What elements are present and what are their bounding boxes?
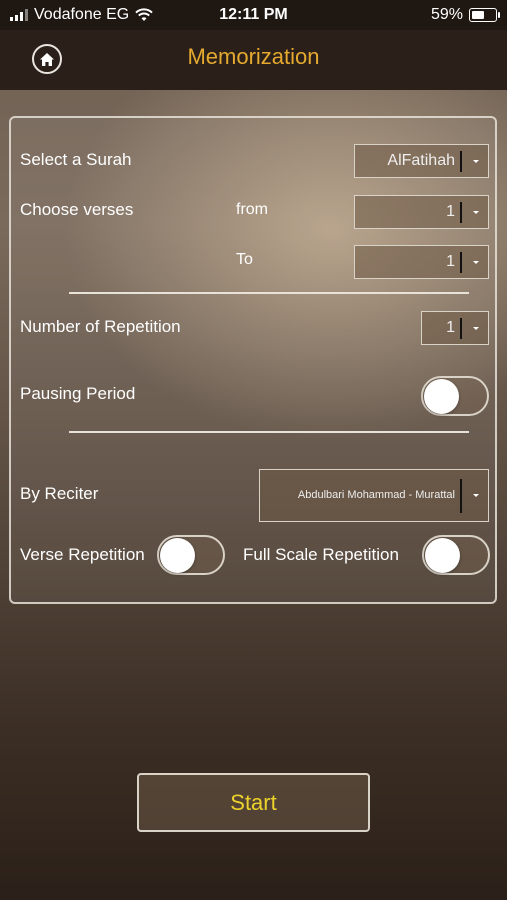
select-divider (460, 252, 462, 273)
reciter-value: Abdulbari Mohammad - Murattal (297, 489, 455, 501)
toggle-knob (424, 379, 459, 414)
toggle-knob (425, 538, 460, 573)
reciter-select[interactable]: Abdulbari Mohammad - Murattal (259, 469, 489, 522)
to-label: To (236, 251, 253, 268)
page-title: Memorization (187, 44, 320, 69)
full-scale-repetition-toggle[interactable] (422, 535, 490, 575)
settings-panel: Select a Surah AlFatihah Choose verses f… (9, 116, 497, 604)
nav-bar: Memorization (0, 30, 507, 90)
divider-line (69, 292, 469, 294)
surah-value: AlFatihah (387, 152, 455, 169)
to-verse-value: 1 (446, 253, 455, 270)
repetition-label: Number of Repetition (20, 317, 181, 336)
surah-select[interactable]: AlFatihah (354, 144, 489, 178)
select-divider (460, 202, 462, 223)
status-bar: Vodafone EG 12:11 PM 59% (0, 0, 507, 30)
toggle-knob (160, 538, 195, 573)
verses-label: Choose verses (20, 200, 134, 219)
chevron-down-icon (473, 160, 479, 163)
to-verse-select[interactable]: 1 (354, 245, 489, 279)
battery-icon (469, 8, 500, 22)
select-divider (460, 318, 462, 339)
repetition-select[interactable]: 1 (421, 311, 489, 345)
chevron-down-icon (473, 494, 479, 497)
select-divider (460, 151, 462, 172)
full-scale-repetition-label: Full Scale Repetition (243, 545, 399, 564)
chevron-down-icon (473, 261, 479, 264)
from-verse-select[interactable]: 1 (354, 195, 489, 229)
verse-repetition-toggle[interactable] (157, 535, 225, 575)
verse-repetition-label: Verse Repetition (20, 545, 145, 564)
status-right: 59% (430, 6, 500, 24)
repetition-value: 1 (446, 319, 455, 336)
battery-percent: 59% (430, 6, 463, 23)
divider-line (69, 431, 469, 433)
pausing-period-toggle[interactable] (421, 376, 489, 416)
chevron-down-icon (473, 327, 479, 330)
from-verse-value: 1 (446, 203, 455, 220)
from-label: from (236, 201, 268, 218)
start-button[interactable]: Start (137, 773, 370, 832)
select-divider (460, 479, 462, 513)
reciter-label: By Reciter (20, 484, 99, 503)
pausing-label: Pausing Period (20, 384, 136, 403)
chevron-down-icon (473, 211, 479, 214)
surah-label: Select a Surah (20, 150, 132, 169)
